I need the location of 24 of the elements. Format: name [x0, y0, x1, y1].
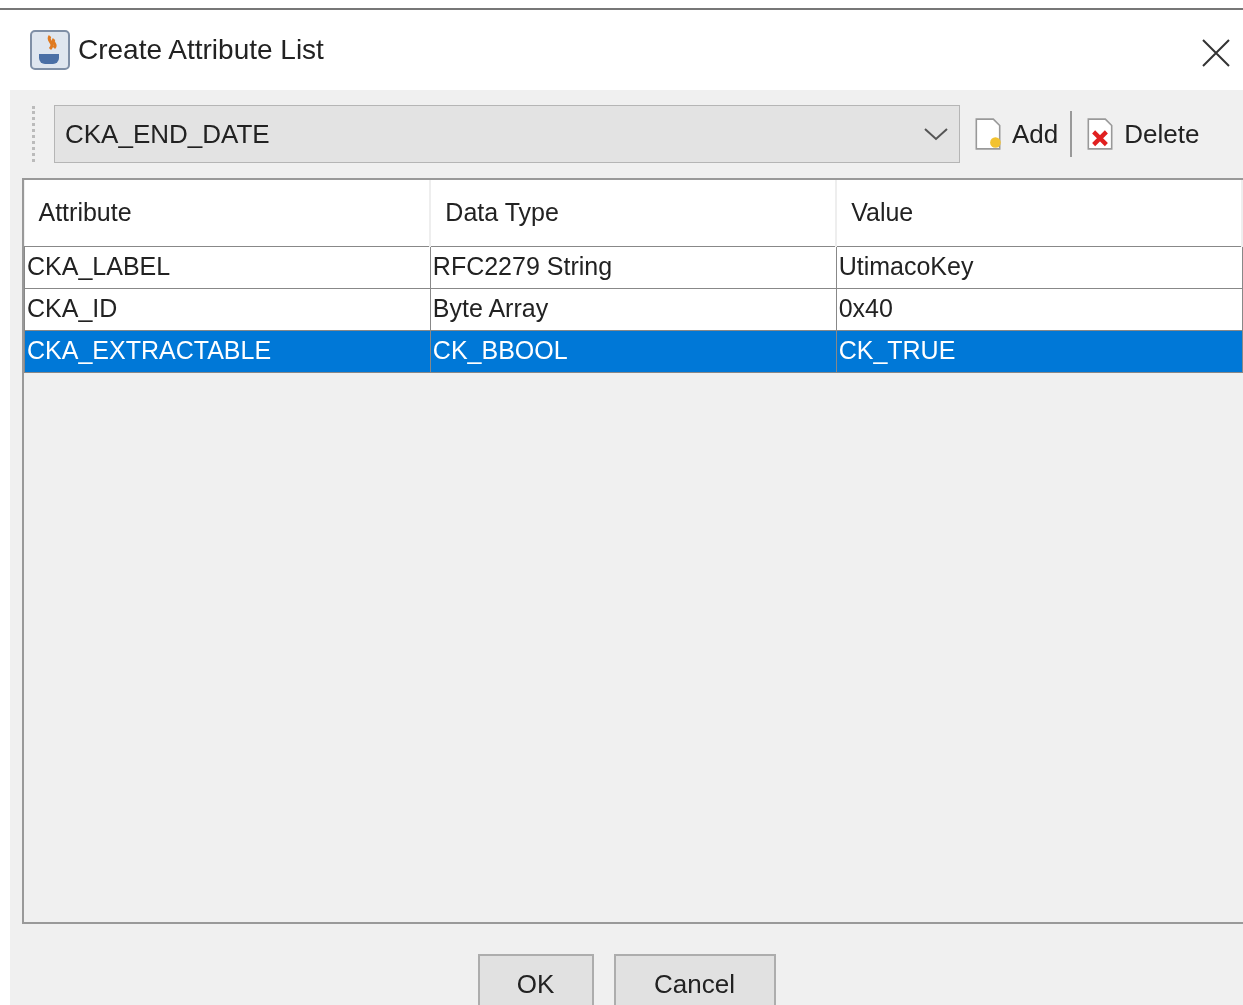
delete-button[interactable]: Delete — [1080, 114, 1204, 154]
table-cell: CK_TRUE — [836, 330, 1242, 372]
table-cell: UtimacoKey — [836, 246, 1242, 288]
attribute-dropdown[interactable]: CKA_END_DATE — [54, 105, 960, 163]
window-title: Create Attribute List — [78, 33, 324, 67]
column-header[interactable]: Attribute — [24, 180, 431, 246]
table-cell: CK_BBOOL — [430, 330, 837, 372]
table-row[interactable]: CKA_EXTRACTABLE CK_BBOOL CK_TRUE — [24, 330, 1242, 372]
table-cell: CKA_EXTRACTABLE — [24, 330, 431, 372]
table-cell: RFC2279 String — [430, 246, 837, 288]
add-button[interactable]: Add — [968, 114, 1063, 154]
ok-button[interactable]: OK — [477, 954, 594, 1005]
table-cell: 0x40 — [836, 288, 1242, 330]
table-cell: CKA_LABEL — [24, 246, 431, 288]
java-cup-icon — [30, 30, 70, 70]
table-row[interactable]: CKA_ID Byte Array 0x40 — [24, 288, 1242, 330]
column-header[interactable]: Data Type — [430, 180, 837, 246]
table-cell: CKA_ID — [24, 288, 431, 330]
table-row[interactable]: CKA_LABEL RFC2279 String UtimacoKey — [24, 246, 1242, 288]
cancel-button[interactable]: Cancel — [613, 954, 776, 1005]
column-header[interactable]: Value — [836, 180, 1242, 246]
toolbar-grip[interactable] — [32, 106, 36, 162]
table-cell: Byte Array — [430, 288, 837, 330]
chevron-down-icon — [923, 126, 949, 142]
